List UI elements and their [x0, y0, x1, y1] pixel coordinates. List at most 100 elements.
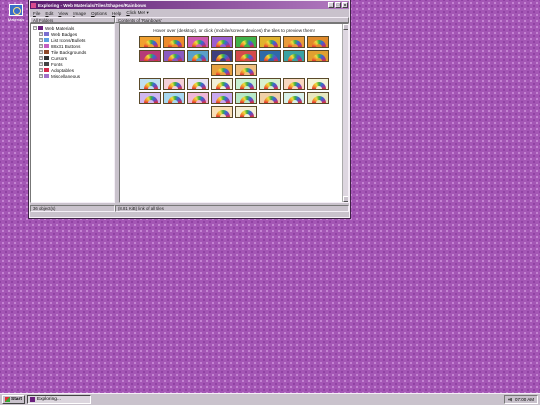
- rainbow-tile[interactable]: [211, 50, 233, 62]
- rainbow-tile[interactable]: [235, 64, 257, 76]
- rainbow-tile[interactable]: [283, 78, 305, 90]
- rainbow-tile[interactable]: [259, 50, 281, 62]
- scroll-up-button[interactable]: [343, 24, 348, 30]
- rainbow-arc-hole: [172, 86, 178, 89]
- rainbow-tile[interactable]: [283, 36, 305, 48]
- scroll-down-button[interactable]: [343, 196, 348, 202]
- zip-link[interactable]: (8.81 KiB) link of all tiles: [115, 205, 349, 212]
- menu-options[interactable]: Options: [91, 11, 107, 16]
- collapse-icon[interactable]: −: [33, 26, 37, 30]
- expand-icon[interactable]: +: [39, 38, 43, 42]
- tile-row: [120, 78, 348, 90]
- tree-item-label: Miscellaneous: [51, 73, 81, 79]
- rainbow-arc-hole: [220, 86, 226, 89]
- rainbow-tile[interactable]: [139, 36, 161, 48]
- rainbow-arc-hole: [148, 100, 154, 103]
- rainbow-tile[interactable]: [139, 50, 161, 62]
- rainbow-tile[interactable]: [235, 78, 257, 90]
- rainbow-tile[interactable]: [307, 78, 329, 90]
- rainbow-tile[interactable]: [283, 92, 305, 104]
- explorer-icon: [29, 397, 35, 402]
- rainbow-arc-hole: [244, 58, 250, 61]
- cursor-icon: [44, 56, 49, 60]
- rainbow-tile[interactable]: [211, 106, 233, 118]
- maximize-button[interactable]: □: [335, 2, 341, 8]
- clock: 07:00 AM: [514, 397, 534, 402]
- rainbow-arc-hole: [196, 86, 202, 89]
- rainbow-arc-hole: [220, 44, 226, 47]
- rainbow-arc-hole: [220, 100, 226, 103]
- tile-row: [120, 64, 348, 76]
- rainbow-tile[interactable]: [307, 92, 329, 104]
- desktop-icon-materials[interactable]: Materials: [4, 4, 28, 22]
- start-button[interactable]: Start: [2, 395, 25, 404]
- expand-icon[interactable]: +: [39, 32, 43, 36]
- rainbow-arc-hole: [292, 44, 298, 47]
- menu-image[interactable]: Image: [73, 11, 86, 16]
- explorer-window: Exploring - Web Materials/Tiles/Shapes/R…: [28, 0, 351, 219]
- misc-icon: [44, 74, 49, 78]
- rainbow-tile[interactable]: [163, 92, 185, 104]
- status-bar: 36 object(s) (8.81 KiB) link of all tile…: [30, 205, 349, 212]
- rainbow-tile[interactable]: [187, 36, 209, 48]
- menu-view[interactable]: View: [58, 11, 68, 16]
- tree-item[interactable]: + Miscellaneous: [33, 73, 112, 79]
- rainbow-tile[interactable]: [139, 78, 161, 90]
- expand-icon[interactable]: +: [39, 62, 43, 66]
- rainbow-tile[interactable]: [307, 50, 329, 62]
- rainbow-tile[interactable]: [211, 78, 233, 90]
- menu-click-me[interactable]: Click Me! ▾: [126, 10, 148, 16]
- heart-icon: [44, 68, 49, 72]
- taskbar: Start Exploring... 07:00 AM: [0, 393, 540, 405]
- rainbow-tile[interactable]: [259, 92, 281, 104]
- vertical-scrollbar[interactable]: [342, 24, 348, 202]
- expand-icon[interactable]: +: [39, 44, 43, 48]
- rainbow-tile[interactable]: [307, 36, 329, 48]
- rainbow-arc-hole: [148, 86, 154, 89]
- rainbow-arc-hole: [244, 100, 250, 103]
- folder-tree: − Web Materials + Web Badges + List Icons/B…: [30, 23, 115, 203]
- expand-icon[interactable]: +: [39, 50, 43, 54]
- contents-pane: Hover over (desktop), or click (mobile/s…: [119, 23, 349, 203]
- menu-file[interactable]: File: [33, 11, 40, 16]
- close-button[interactable]: x: [342, 2, 348, 8]
- rainbow-tile[interactable]: [187, 50, 209, 62]
- desktop-icon-label: Materials: [7, 17, 25, 22]
- expand-icon[interactable]: +: [39, 56, 43, 60]
- rainbow-arc-hole: [172, 100, 178, 103]
- task-label: Exploring...: [36, 397, 61, 402]
- rainbow-tile[interactable]: [283, 50, 305, 62]
- rainbow-tile[interactable]: [187, 78, 209, 90]
- rainbow-tile[interactable]: [163, 36, 185, 48]
- rainbow-tile[interactable]: [235, 92, 257, 104]
- rainbow-arc-hole: [316, 86, 322, 89]
- start-label: Start: [11, 397, 22, 402]
- expand-icon[interactable]: +: [39, 68, 43, 72]
- rainbow-arc-hole: [172, 58, 178, 61]
- speaker-icon[interactable]: [507, 397, 512, 402]
- expand-icon[interactable]: +: [39, 74, 43, 78]
- rainbow-tile[interactable]: [211, 92, 233, 104]
- rainbow-tile[interactable]: [163, 78, 185, 90]
- rainbow-tile[interactable]: [259, 78, 281, 90]
- rainbow-tile[interactable]: [211, 36, 233, 48]
- object-count: 36 object(s): [30, 205, 115, 212]
- taskbar-exploring-button[interactable]: Exploring...: [26, 395, 91, 404]
- menu-edit[interactable]: Edit: [45, 11, 53, 16]
- rainbow-tile[interactable]: [259, 36, 281, 48]
- title-bar[interactable]: Exploring - Web Materials/Tiles/Shapes/R…: [30, 1, 349, 9]
- rainbow-tile[interactable]: [235, 50, 257, 62]
- menu-help[interactable]: Help: [112, 11, 121, 16]
- rainbow-tile[interactable]: [235, 106, 257, 118]
- rainbow-tile[interactable]: [211, 64, 233, 76]
- rainbow-arc-hole: [220, 72, 226, 75]
- rainbow-arc-hole: [196, 44, 202, 47]
- rainbow-arc-hole: [244, 114, 250, 117]
- tree-item-label: Web Badges: [51, 31, 78, 37]
- rainbow-tile[interactable]: [139, 92, 161, 104]
- minimize-button[interactable]: _: [328, 2, 334, 8]
- rainbow-tile[interactable]: [187, 92, 209, 104]
- rainbow-arc-hole: [148, 44, 154, 47]
- rainbow-tile[interactable]: [235, 36, 257, 48]
- rainbow-tile[interactable]: [163, 50, 185, 62]
